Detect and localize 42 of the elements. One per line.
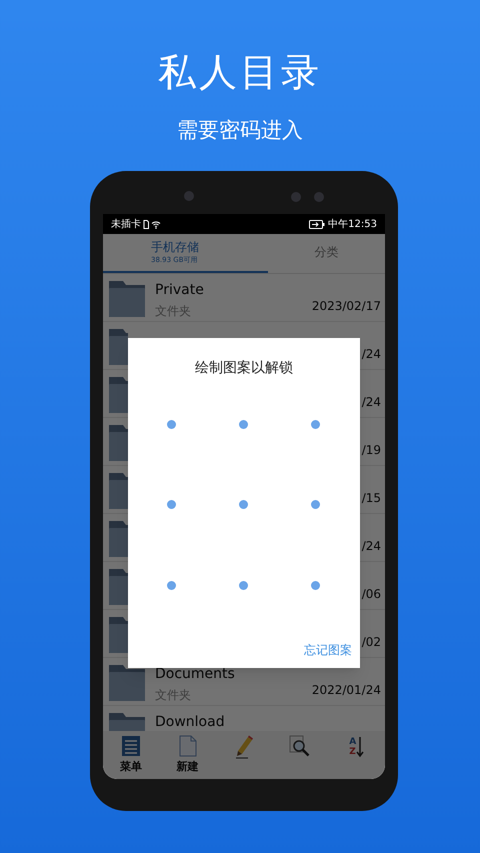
tab[interactable]: 分类 (268, 234, 385, 273)
battery-icon (309, 220, 326, 228)
file-date: /24 (362, 394, 381, 411)
magnifier-icon (289, 735, 312, 757)
page-title: 私人目录 (158, 49, 322, 96)
folder-icon (109, 423, 128, 461)
folder-icon (109, 711, 145, 731)
toolbar-button[interactable]: 菜单 (111, 735, 152, 776)
file-date: /24 (362, 346, 381, 363)
file-date: /19 (362, 442, 381, 459)
toolbar-button[interactable]: A Z (336, 735, 377, 759)
file-date: /06 (362, 586, 381, 603)
folder-icon (109, 663, 145, 701)
toolbar-button[interactable]: 新建 (168, 735, 208, 776)
file-date: /24 (362, 538, 381, 555)
folder-icon (109, 279, 145, 317)
wifi-icon (151, 220, 161, 228)
folder-icon (109, 567, 128, 605)
file-date: 2023/02/17 (312, 298, 381, 315)
folder-icon (109, 327, 128, 365)
forgot-pattern-link[interactable]: 忘记图案 (304, 641, 352, 659)
file-name: Documents (155, 667, 235, 681)
sim-icon (143, 220, 149, 228)
page-subtitle: 需要密码进入 (177, 117, 303, 144)
folder-icon (109, 471, 128, 509)
file-date: /15 (362, 490, 381, 507)
file-date: 2022/01/24 (312, 682, 381, 699)
carrier-text: 未插卡 (111, 218, 141, 232)
file-date: /02 (362, 634, 381, 651)
file-name: Download (155, 715, 225, 729)
sensor-icon (291, 192, 301, 202)
dialog-title: 绘制图案以解锁 (194, 359, 294, 378)
sensor-icon (314, 192, 324, 202)
pencil-icon (234, 735, 254, 759)
clock-text: 中午12:53 (328, 218, 377, 232)
file-name: Private (155, 283, 204, 297)
document-icon (178, 735, 197, 757)
folder-icon (109, 375, 128, 413)
folder-icon (109, 615, 128, 653)
front-camera-icon (184, 191, 194, 201)
list-icon (121, 735, 142, 757)
folder-icon (109, 519, 128, 557)
